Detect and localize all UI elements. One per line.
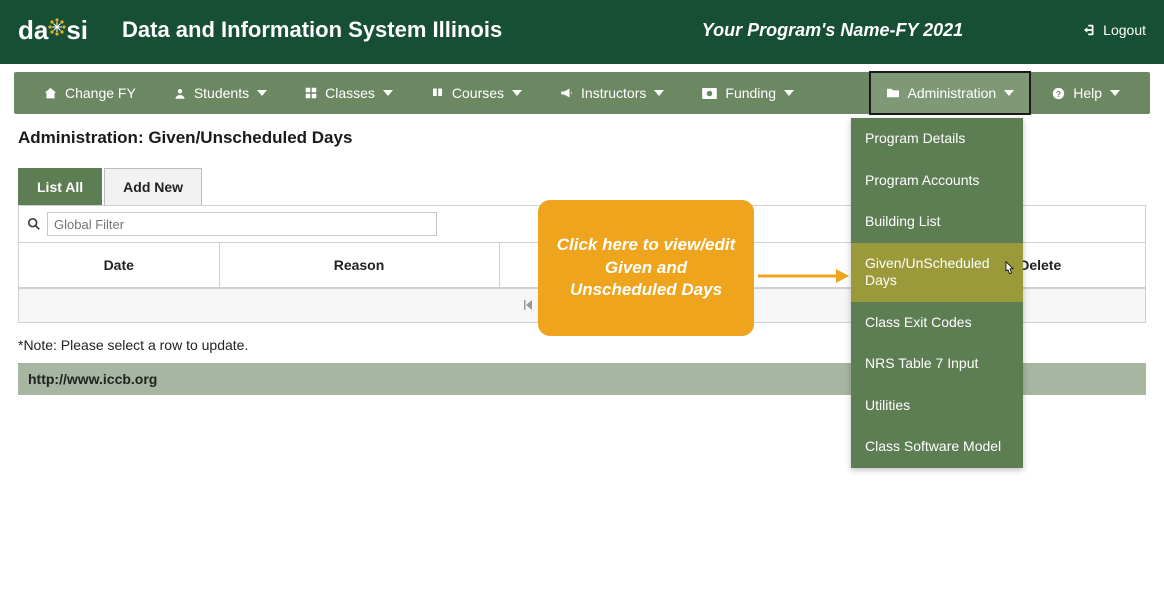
paginator-first[interactable] [518, 295, 538, 315]
logout-link[interactable]: Logout [1083, 22, 1146, 38]
nav-instructors[interactable]: Instructors [544, 72, 680, 114]
caret-down-icon [654, 90, 664, 96]
nav-instructors-label: Instructors [581, 85, 646, 101]
menu-building-list[interactable]: Building List [851, 201, 1023, 243]
caret-down-icon [383, 90, 393, 96]
book-icon [431, 87, 444, 99]
nav-funding[interactable]: Funding [686, 72, 810, 114]
logo: dasi [18, 10, 108, 50]
nav-classes[interactable]: Classes [289, 72, 409, 114]
callout-text: Click here to view/edit Given and Unsche… [552, 234, 740, 303]
help-icon: ? [1052, 87, 1065, 100]
nav-administration-label: Administration [908, 85, 997, 101]
menu-program-details[interactable]: Program Details [851, 118, 1023, 160]
caret-down-icon [512, 90, 522, 96]
nav-courses[interactable]: Courses [415, 72, 538, 114]
money-icon [702, 88, 717, 99]
caret-down-icon [1004, 90, 1014, 96]
main-nav: Change FY Students Classes Courses Instr… [14, 72, 1150, 114]
col-date[interactable]: Date [19, 243, 219, 288]
home-icon [44, 87, 57, 100]
nav-change-fy[interactable]: Change FY [28, 72, 152, 114]
bullhorn-icon [560, 87, 573, 99]
nav-help-label: Help [1073, 85, 1102, 101]
callout-arrow-icon [758, 268, 850, 287]
tab-list-all[interactable]: List All [18, 168, 102, 205]
nav-funding-label: Funding [725, 85, 776, 101]
folder-icon [886, 87, 900, 99]
menu-nrs-table-7-input[interactable]: NRS Table 7 Input [851, 343, 1023, 385]
nav-change-fy-label: Change FY [65, 85, 136, 101]
search-icon [27, 217, 41, 231]
nav-administration[interactable]: Administration [870, 72, 1031, 114]
callout-box: Click here to view/edit Given and Unsche… [538, 200, 754, 336]
nav-courses-label: Courses [452, 85, 504, 101]
menu-given-unscheduled-days-label: Given/UnScheduled Days [865, 255, 990, 289]
menu-utilities[interactable]: Utilities [851, 385, 1023, 427]
logo-text-part-1: da [18, 15, 48, 45]
nav-students-label: Students [194, 85, 249, 101]
svg-text:?: ? [1056, 89, 1061, 98]
nav-help[interactable]: ? Help [1036, 72, 1136, 114]
pointer-cursor-icon [1001, 261, 1017, 284]
logo-text-part-2: si [66, 15, 88, 45]
logo-flower-icon [47, 13, 67, 39]
menu-class-software-model[interactable]: Class Software Model [851, 426, 1023, 468]
global-filter-input[interactable] [47, 212, 437, 236]
menu-class-exit-codes[interactable]: Class Exit Codes [851, 302, 1023, 344]
logout-icon [1083, 23, 1097, 37]
top-bar: dasi Data and Information System Illinoi… [0, 0, 1164, 64]
user-icon [174, 87, 186, 100]
app-title: Data and Information System Illinois [122, 17, 502, 43]
col-reason[interactable]: Reason [219, 243, 499, 288]
menu-given-unscheduled-days[interactable]: Given/UnScheduled Days [851, 243, 1023, 302]
caret-down-icon [1110, 90, 1120, 96]
caret-down-icon [257, 90, 267, 96]
program-name: Your Program's Name-FY 2021 [702, 20, 963, 41]
logo-wrap: dasi Data and Information System Illinoi… [18, 10, 502, 50]
nav-classes-label: Classes [325, 85, 375, 101]
caret-down-icon [784, 90, 794, 96]
menu-program-accounts[interactable]: Program Accounts [851, 160, 1023, 202]
nav-students[interactable]: Students [158, 72, 283, 114]
tab-add-new[interactable]: Add New [104, 168, 202, 205]
logout-label: Logout [1103, 22, 1146, 38]
grid-icon [305, 87, 317, 99]
administration-dropdown: Program Details Program Accounts Buildin… [851, 118, 1023, 468]
